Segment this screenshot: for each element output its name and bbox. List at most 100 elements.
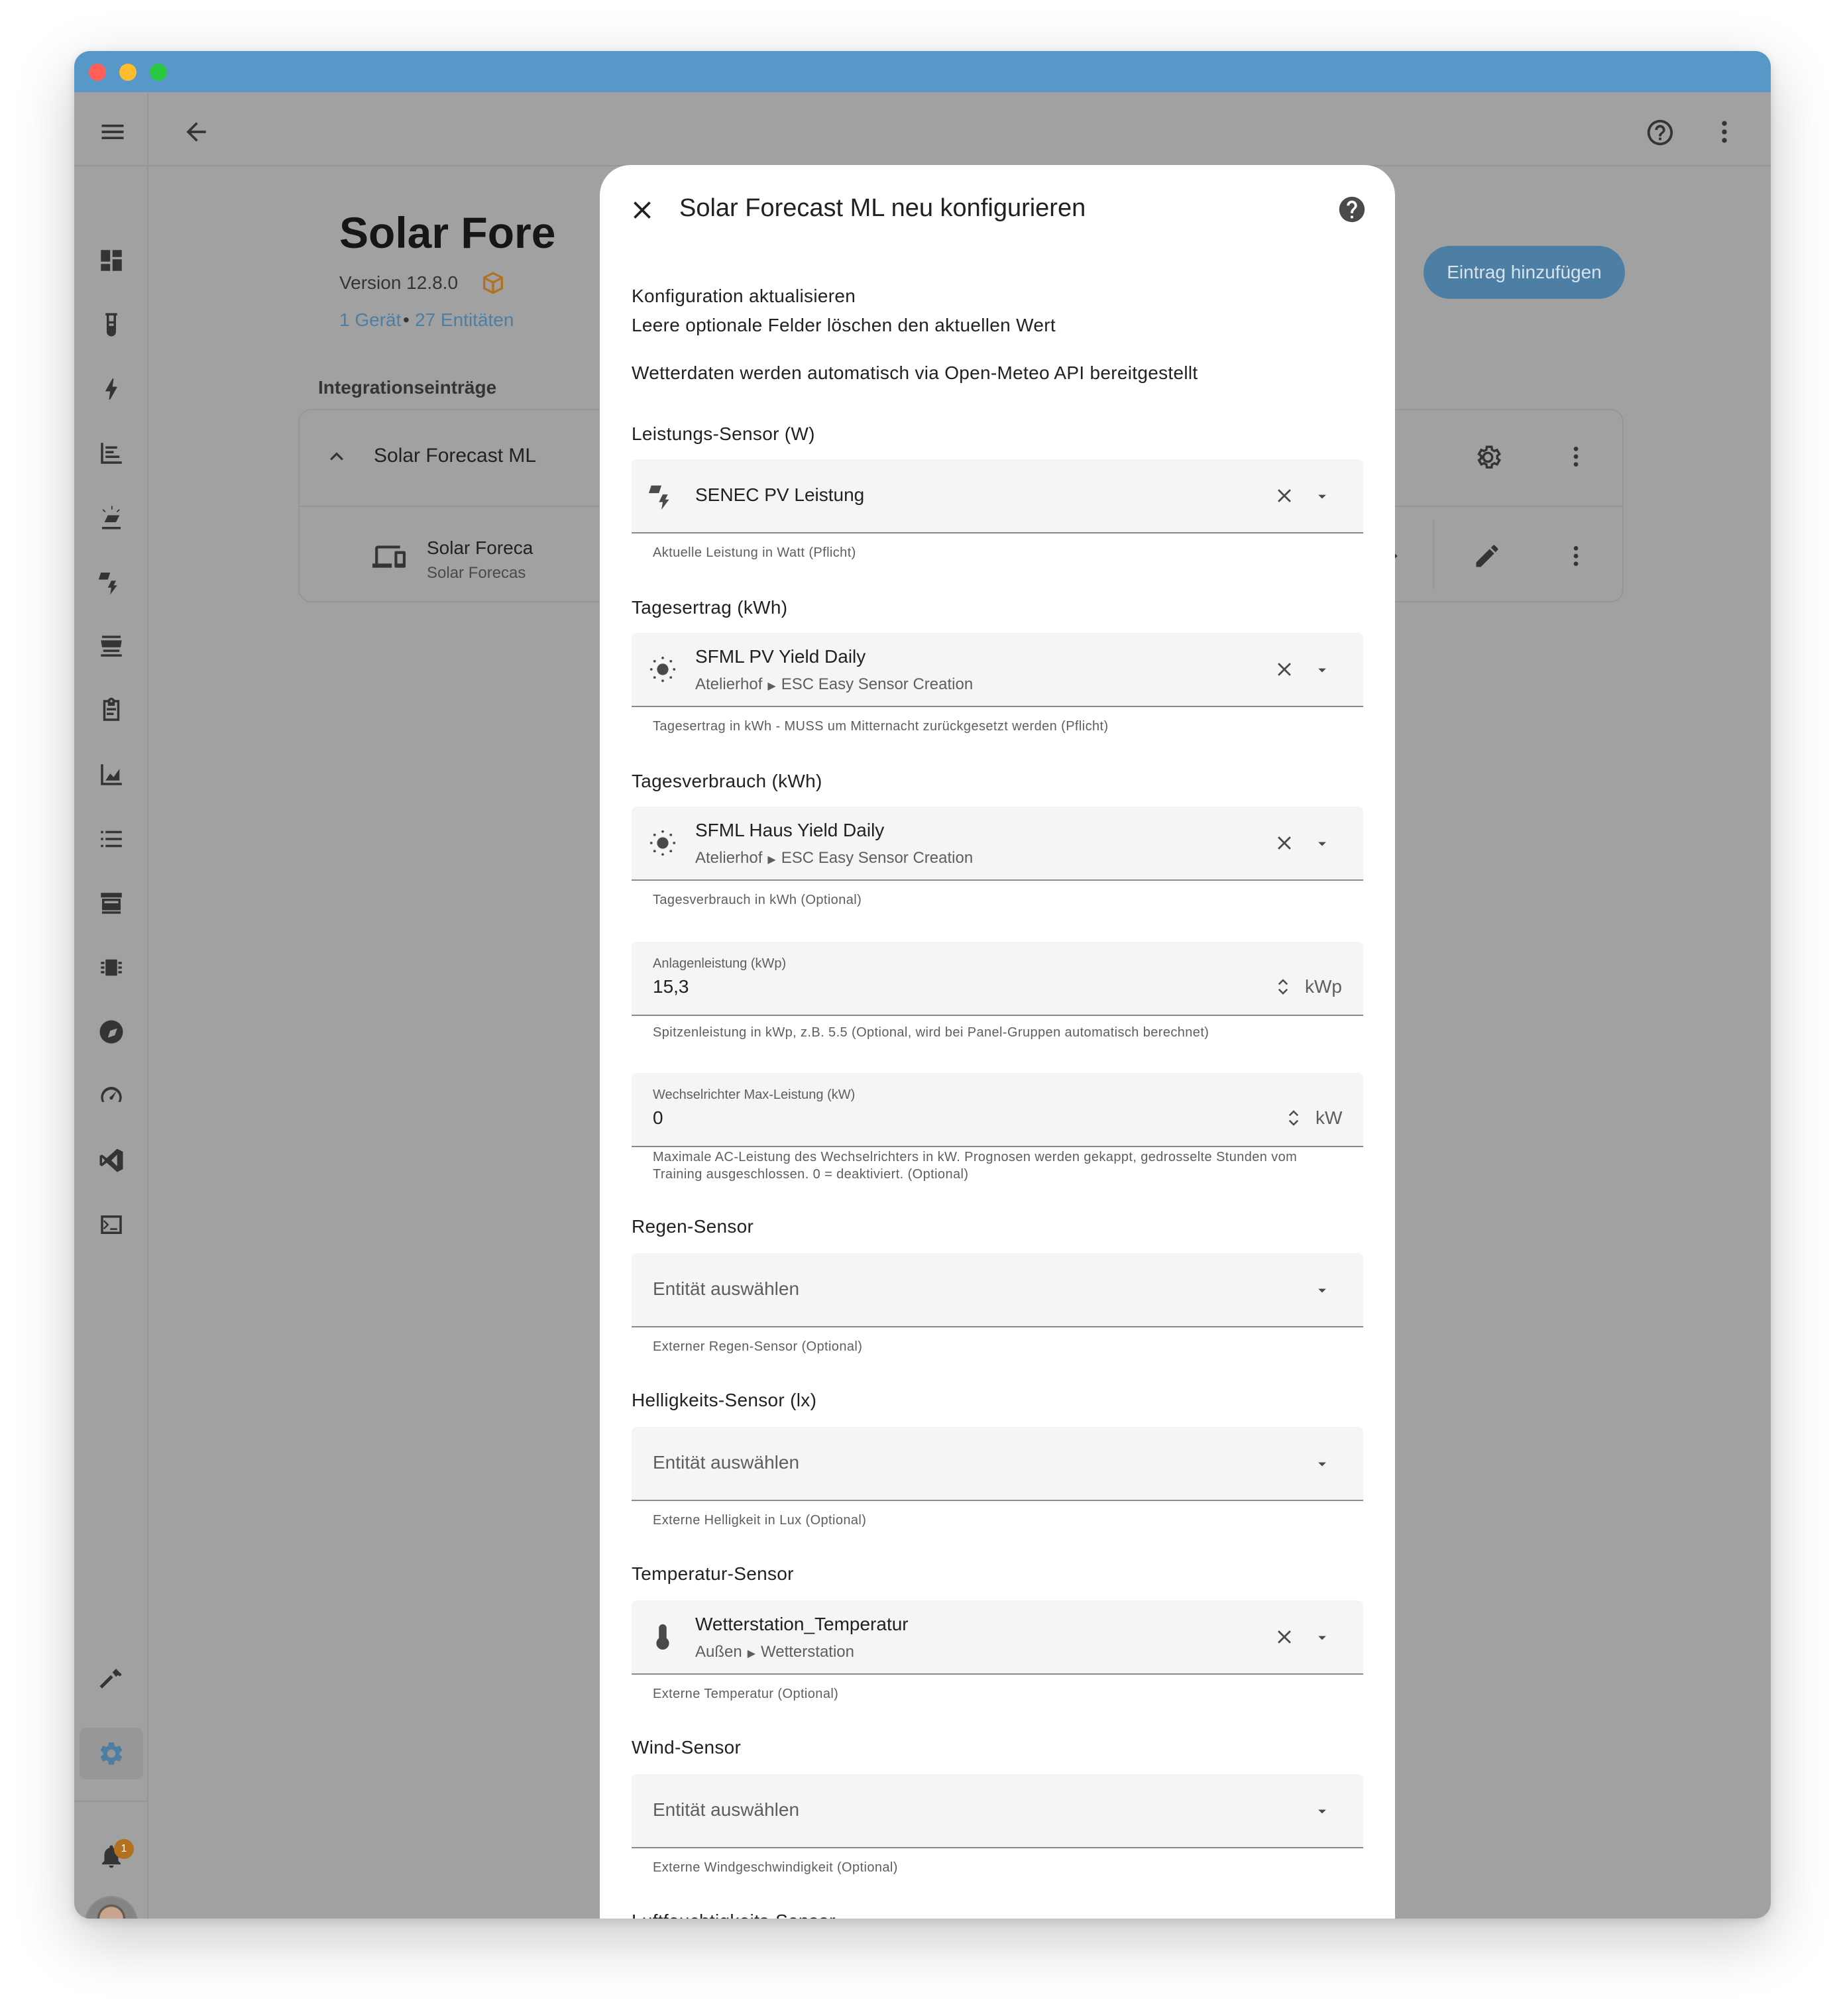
compass-icon[interactable] bbox=[93, 1013, 130, 1050]
dashboard-icon[interactable] bbox=[93, 242, 130, 279]
hammer-icon[interactable] bbox=[93, 1659, 130, 1696]
intro-text-3: Wetterdaten werden automatisch via Open-… bbox=[632, 363, 1198, 383]
notification-badge: 1 bbox=[114, 1839, 134, 1859]
hacs-icon[interactable] bbox=[93, 885, 130, 922]
separator-dot: • bbox=[403, 309, 410, 330]
number-stepper-icon[interactable] bbox=[1273, 975, 1293, 999]
area-chart-icon[interactable] bbox=[93, 756, 130, 793]
kwp-input-field[interactable]: Anlagenleistung (kWp) 15,3 kWp bbox=[632, 942, 1363, 1016]
entities-link[interactable]: 27 Entitäten bbox=[415, 309, 514, 331]
entry-title: Solar Forecast ML bbox=[374, 445, 537, 467]
lux-placeholder: Entität auswählen bbox=[653, 1452, 800, 1473]
close-window-dot[interactable] bbox=[89, 64, 106, 81]
consumption-dropdown-icon[interactable] bbox=[1313, 834, 1331, 853]
consumption-sensor-field[interactable]: SFML Haus Yield Daily Atelierhof ▶ ESC Eas… bbox=[632, 807, 1363, 881]
power-sensor-field[interactable]: SENEC PV Leistung bbox=[632, 459, 1363, 533]
temperature-sensor-label: Temperatur-Sensor bbox=[632, 1563, 794, 1584]
temperature-sensor-field[interactable]: Wetterstation_Temperatur Außen ▶ Wettersta… bbox=[632, 1600, 1363, 1675]
solar-power-icon[interactable] bbox=[93, 563, 130, 600]
solar-panel-icon[interactable] bbox=[93, 628, 130, 665]
breadcrumb-arrow-icon: ▶ bbox=[767, 681, 776, 692]
temperature-clear-icon[interactable] bbox=[1273, 1626, 1296, 1648]
consumption-area: Atelierhof bbox=[695, 849, 763, 867]
lux-dropdown-icon[interactable] bbox=[1313, 1455, 1331, 1473]
power-sensor-label: Leistungs-Sensor (W) bbox=[632, 423, 815, 444]
consumption-clear-icon[interactable] bbox=[1273, 832, 1296, 854]
sidebar-divider bbox=[74, 1801, 148, 1802]
device-subtitle: Solar Forecas bbox=[427, 564, 526, 582]
power-clear-icon[interactable] bbox=[1273, 484, 1296, 507]
entry-settings-gear-icon[interactable] bbox=[1473, 442, 1503, 473]
card-vertical-divider bbox=[1433, 520, 1434, 589]
yield-clear-icon[interactable] bbox=[1273, 658, 1296, 681]
list-icon[interactable] bbox=[93, 820, 130, 858]
rain-dropdown-icon[interactable] bbox=[1313, 1281, 1331, 1300]
temperature-sensor-value: Wetterstation_Temperatur bbox=[695, 1614, 909, 1634]
app-window: 1 Solar Fore Version 12.8.0 1 Gerät • 27… bbox=[74, 51, 1771, 1919]
temperature-dropdown-icon[interactable] bbox=[1313, 1628, 1331, 1647]
dialog-help-icon[interactable] bbox=[1337, 194, 1367, 225]
consumption-sensor-path: Atelierhof ▶ ESC Easy Sensor Creation bbox=[695, 849, 973, 868]
temperature-device: Wetterstation bbox=[761, 1643, 854, 1661]
terminal-icon[interactable] bbox=[93, 1206, 130, 1243]
lux-helper: Externe Helligkeit in Lux (Optional) bbox=[653, 1513, 867, 1528]
help-icon[interactable] bbox=[1645, 117, 1675, 148]
chip-icon[interactable] bbox=[93, 949, 130, 986]
wind-sensor-field[interactable]: Entität auswählen bbox=[632, 1774, 1363, 1848]
yield-device: ESC Easy Sensor Creation bbox=[781, 675, 974, 693]
more-vert-icon[interactable] bbox=[1710, 117, 1739, 146]
wind-sensor-label: Wind-Sensor bbox=[632, 1737, 742, 1758]
power-dropdown-icon[interactable] bbox=[1313, 487, 1331, 506]
inverter-unit: kW bbox=[1315, 1107, 1343, 1128]
consumption-device: ESC Easy Sensor Creation bbox=[781, 849, 974, 867]
device-more-icon[interactable] bbox=[1563, 543, 1589, 569]
pencil-icon[interactable] bbox=[1473, 541, 1502, 571]
yield-dropdown-icon[interactable] bbox=[1313, 661, 1331, 679]
zoom-window-dot[interactable] bbox=[150, 64, 167, 81]
add-entry-button[interactable]: Eintrag hinzufügen bbox=[1424, 246, 1625, 299]
minimize-window-dot[interactable] bbox=[119, 64, 137, 81]
inverter-helper-1: Maximale AC-Leistung des Wechselrichters… bbox=[653, 1150, 1298, 1164]
kwp-unit: kWp bbox=[1305, 976, 1342, 997]
dialog-title: Solar Forecast ML neu konfigurieren bbox=[679, 194, 1086, 222]
lux-sensor-label: Helligkeits-Sensor (lx) bbox=[632, 1390, 817, 1410]
lux-sensor-field[interactable]: Entität auswählen bbox=[632, 1427, 1363, 1501]
speedometer-icon[interactable] bbox=[93, 1078, 130, 1115]
energy-icon[interactable] bbox=[93, 370, 130, 408]
temperature-helper: Externe Temperatur (Optional) bbox=[653, 1687, 839, 1701]
device-link[interactable]: 1 Gerät bbox=[339, 309, 401, 331]
entry-more-icon[interactable] bbox=[1563, 443, 1589, 470]
chevron-up-icon[interactable] bbox=[323, 443, 350, 470]
vscode-icon[interactable] bbox=[93, 1142, 130, 1179]
yield-sensor-field[interactable]: SFML PV Yield Daily Atelierhof ▶ ESC Easy … bbox=[632, 633, 1363, 707]
wind-dropdown-icon[interactable] bbox=[1313, 1802, 1331, 1820]
flask-icon[interactable] bbox=[93, 306, 130, 343]
temperature-sensor-path: Außen ▶ Wetterstation bbox=[695, 1643, 854, 1661]
wind-placeholder: Entität auswählen bbox=[653, 1799, 800, 1820]
back-arrow-icon[interactable] bbox=[182, 117, 211, 146]
avatar[interactable] bbox=[85, 1896, 138, 1919]
rain-sensor-field[interactable]: Entität auswählen bbox=[632, 1253, 1363, 1327]
version-text: Version 12.8.0 bbox=[339, 272, 459, 293]
inverter-input-field[interactable]: Wechselrichter Max-Leistung (kW) 0 kW bbox=[632, 1073, 1363, 1147]
window-titlebar bbox=[74, 51, 1771, 92]
solar-power-icon bbox=[647, 480, 678, 511]
temperature-area: Außen bbox=[695, 1643, 742, 1661]
sun-icon bbox=[647, 828, 678, 858]
rain-placeholder: Entität auswählen bbox=[653, 1278, 800, 1299]
solar-forecast-icon[interactable] bbox=[93, 499, 130, 536]
close-icon[interactable] bbox=[628, 196, 657, 225]
number-stepper-icon[interactable] bbox=[1284, 1106, 1304, 1130]
yield-area: Atelierhof bbox=[695, 675, 763, 693]
consumption-helper: Tagesverbrauch in kWh (Optional) bbox=[653, 893, 862, 907]
clipboard-icon[interactable] bbox=[93, 692, 130, 729]
settings-gear-icon[interactable] bbox=[93, 1735, 130, 1772]
intro-text-2: Leere optionale Felder löschen den aktue… bbox=[632, 315, 1056, 335]
breadcrumb-arrow-icon: ▶ bbox=[767, 854, 776, 866]
package-icon bbox=[480, 270, 506, 296]
top-app-bar bbox=[74, 92, 1771, 166]
devices-icon bbox=[372, 540, 406, 573]
yield-sensor-path: Atelierhof ▶ ESC Easy Sensor Creation bbox=[695, 675, 973, 694]
history-chart-icon[interactable] bbox=[93, 435, 130, 472]
breadcrumb-arrow-icon: ▶ bbox=[747, 1648, 756, 1659]
